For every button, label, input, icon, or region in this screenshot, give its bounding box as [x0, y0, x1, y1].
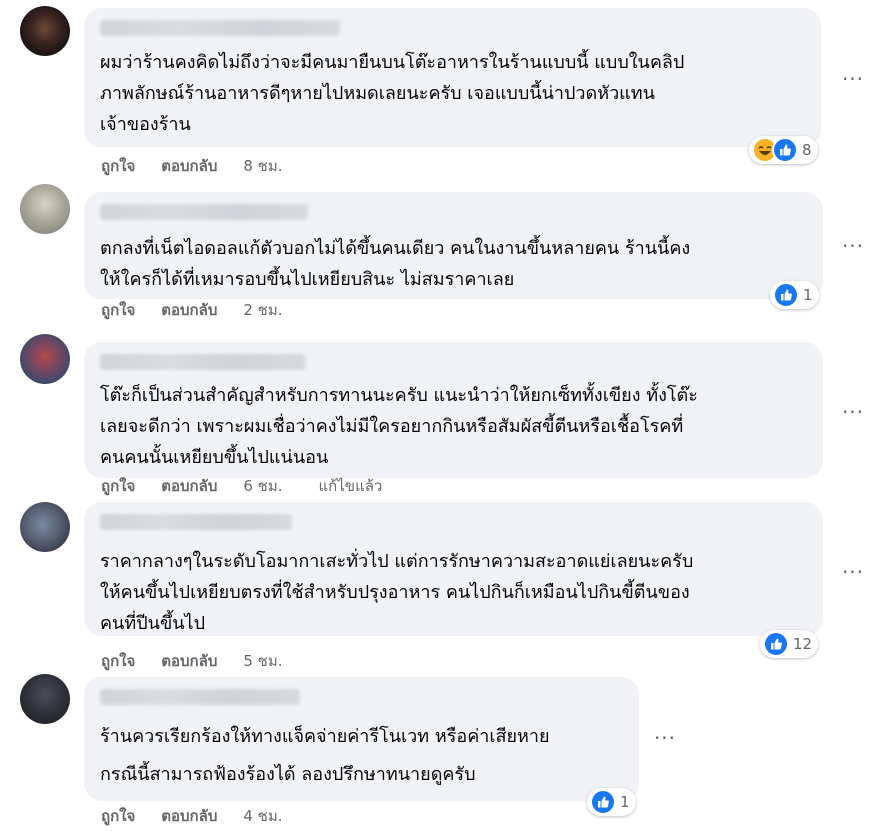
comment-4: ราคากลางๆในระดับโอมากาเสะทั่วไป แต่การรั… [0, 494, 886, 674]
comment-bubble: ราคากลางๆในระดับโอมากาเสะทั่วไป แต่การรั… [84, 502, 823, 636]
reaction-count: 12 [793, 635, 813, 653]
commenter-name-redacted[interactable] [100, 354, 306, 370]
like-button[interactable]: ถูกใจ [101, 804, 135, 828]
reaction-summary[interactable]: 1 [770, 281, 819, 309]
reaction-summary[interactable]: 12 [760, 630, 819, 658]
reaction-summary[interactable]: 1 [587, 788, 636, 816]
commenter-name-redacted[interactable] [100, 514, 292, 530]
comment-timestamp[interactable]: 4 ชม. [243, 804, 282, 828]
comment-actions: ถูกใจ ตอบกลับ 2 ชม. [101, 298, 319, 322]
reaction-count: 1 [803, 286, 813, 304]
reaction-count: 8 [802, 141, 812, 159]
commenter-name-redacted[interactable] [100, 20, 340, 36]
reply-button[interactable]: ตอบกลับ [161, 298, 217, 322]
comment-timestamp[interactable]: 2 ชม. [243, 298, 282, 322]
comment-text-line: คนที่ปีนขึ้นไป [100, 613, 206, 634]
comment-text-line: กรณีนี้สามารถฟ้องร้องได้ ลองปรึกษาทนายดู… [100, 764, 476, 785]
comment-bubble: ร้านควรเรียกร้องให้ทางแจ็คจ่ายค่ารีโนเวท… [84, 677, 639, 801]
more-horizontal-icon[interactable]: ··· [841, 560, 865, 584]
like-thumb-icon [772, 137, 798, 163]
commenter-avatar[interactable] [20, 502, 70, 552]
more-horizontal-icon[interactable]: ··· [653, 726, 677, 750]
like-thumb-icon [590, 789, 616, 815]
comment-5: ร้านควรเรียกร้องให้ทางแจ็คจ่ายค่ารีโนเวท… [0, 670, 886, 831]
commenter-name-redacted[interactable] [100, 689, 300, 705]
commenter-avatar[interactable] [20, 674, 70, 724]
reaction-summary[interactable]: 8 [749, 136, 818, 164]
comment-bubble: ตกลงที่เน็ตไอดอลแก้ตัวบอกไม่ได้ขึ้นคนเดี… [84, 192, 823, 299]
like-thumb-icon [763, 631, 789, 657]
comment-text-line: ราคากลางๆในระดับโอมากาเสะทั่วไป แต่การรั… [100, 551, 694, 572]
reaction-count: 1 [620, 793, 630, 811]
commenter-name-redacted[interactable] [100, 204, 308, 220]
comment-text-line: โต๊ะก็เป็นส่วนสำคัญสำหรับการทานนะครับ แน… [100, 385, 698, 406]
comment-text-line: คนคนนั้นเหยียบขึ้นไปแน่นอน [100, 447, 329, 468]
commenter-avatar[interactable] [20, 6, 70, 56]
comment-3: โต๊ะก็เป็นส่วนสำคัญสำหรับการทานนะครับ แน… [0, 330, 886, 500]
comment-bubble: ผมว่าร้านคงคิดไม่ถึงว่าจะมีคนมายืนบนโต๊ะ… [84, 8, 821, 147]
comment-2: ตกลงที่เน็ตไอดอลแก้ตัวบอกไม่ได้ขึ้นคนเดี… [0, 180, 886, 340]
comment-text-line: ภาพลักษณ์ร้านอาหารดีๆหายไปหมดเลยนะครับ เ… [100, 83, 655, 104]
comment-text-line: ตกลงที่เน็ตไอดอลแก้ตัวบอกไม่ได้ขึ้นคนเดี… [100, 238, 691, 259]
like-thumb-icon [773, 282, 799, 308]
reply-button[interactable]: ตอบกลับ [161, 804, 217, 828]
comment-text-line: เจ้าของร้าน [100, 114, 191, 135]
comment-timestamp[interactable]: 8 ชม. [243, 154, 282, 178]
commenter-avatar[interactable] [20, 334, 70, 384]
comment-text-line: ให้คนขึ้นไปเหยียบตรงที่ใช้สำหรับปรุงอาหา… [100, 582, 690, 603]
more-horizontal-icon[interactable]: ··· [841, 67, 865, 91]
comment-actions: ถูกใจ ตอบกลับ 8 ชม. [101, 154, 319, 178]
commenter-avatar[interactable] [20, 184, 70, 234]
comment-1: ผมว่าร้านคงคิดไม่ถึงว่าจะมีคนมายืนบนโต๊ะ… [0, 0, 886, 180]
like-button[interactable]: ถูกใจ [101, 298, 135, 322]
more-horizontal-icon[interactable]: ··· [841, 234, 865, 258]
comment-text-line: เลยจะดีกว่า เพราะผมเชื่อว่าคงไม่มีใครอยา… [100, 416, 684, 437]
like-button[interactable]: ถูกใจ [101, 154, 135, 178]
more-horizontal-icon[interactable]: ··· [841, 400, 865, 424]
reply-button[interactable]: ตอบกลับ [161, 154, 217, 178]
comment-text-line: ร้านควรเรียกร้องให้ทางแจ็คจ่ายค่ารีโนเวท… [100, 726, 550, 747]
comment-actions: ถูกใจ ตอบกลับ 4 ชม. [101, 804, 319, 828]
comment-text-line: ผมว่าร้านคงคิดไม่ถึงว่าจะมีคนมายืนบนโต๊ะ… [100, 52, 685, 73]
comment-text-line: ให้ใครก็ได้ที่เหมารอบขึ้นไปเหยียบสินะ ไม… [100, 269, 515, 290]
comment-bubble: โต๊ะก็เป็นส่วนสำคัญสำหรับการทานนะครับ แน… [84, 342, 823, 478]
